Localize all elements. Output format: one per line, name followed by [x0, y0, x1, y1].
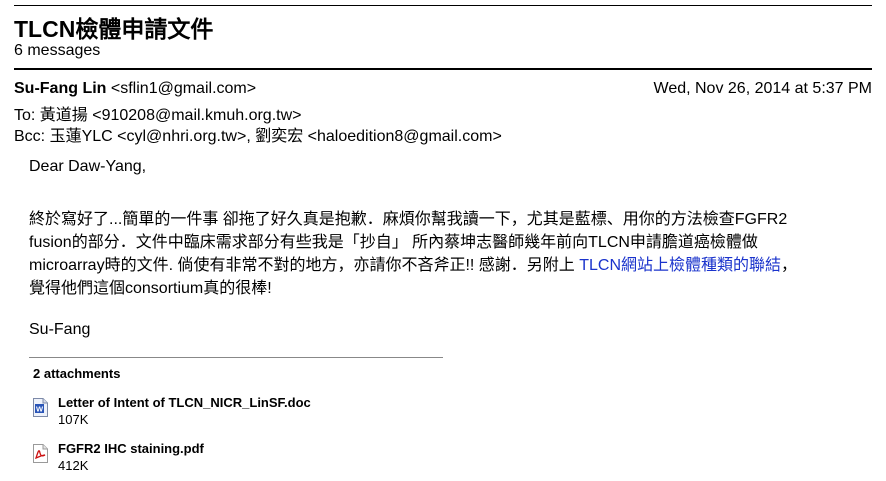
header-divider	[14, 68, 872, 70]
message-count: 6 messages	[14, 42, 101, 59]
attachments-title: 2 attachments	[33, 366, 121, 381]
bcc-line: Bcc: 玉蓮YLC <cyl@nhri.org.tw>, 劉奕宏 <haloe…	[14, 122, 502, 146]
tlcn-specimen-link[interactable]: TLCN網站上檢體種類的聯結	[579, 257, 781, 274]
body-line-4: 覺得他們這個consortium真的很棒!	[29, 280, 272, 297]
bcc-recipients[interactable]: 玉蓮YLC <cyl@nhri.org.tw>, 劉奕宏 <haloeditio…	[50, 128, 502, 145]
sender-line: Su-Fang Lin <sflin1@gmail.com>	[14, 80, 256, 98]
body-line-3: microarray時的文件. 倘使有非常不對的地方，亦請你不吝斧正!! 感謝．…	[29, 251, 797, 275]
signature: Su-Fang	[29, 321, 91, 338]
bcc-label: Bcc:	[14, 128, 46, 145]
sender-email[interactable]: <sflin1@gmail.com>	[111, 80, 256, 97]
message-date: Wed, Nov 26, 2014 at 5:37 PM	[653, 80, 873, 97]
svg-text:W: W	[36, 405, 44, 414]
sender-name[interactable]: Su-Fang Lin	[14, 80, 106, 97]
attachment-name-doc[interactable]: Letter of Intent of TLCN_NICR_LinSF.doc	[58, 395, 311, 410]
body-line-1: 終於寫好了...簡單的一件事 卻拖了好久真是抱歉．麻煩你幫我讀一下，尤其是藍標、…	[29, 211, 788, 228]
body-line-3-tail: ，	[781, 257, 798, 274]
thread-subject: TLCN檢體申請文件	[14, 16, 214, 42]
pdf-icon[interactable]	[33, 444, 48, 463]
attachment-name-pdf[interactable]: FGFR2 IHC staining.pdf	[58, 441, 204, 456]
body-line-2: fusion的部分．文件中臨床需求部分有些我是「抄自」 所內蔡坤志醫師幾年前向T…	[29, 234, 758, 251]
attachment-size-doc: 107K	[58, 412, 89, 427]
attachments-divider	[29, 357, 443, 358]
body-greeting: Dear Daw-Yang,	[29, 158, 147, 175]
attachment-size-pdf: 412K	[58, 458, 89, 473]
body-line-3-text: microarray時的文件. 倘使有非常不對的地方，亦請你不吝斧正!! 感謝．…	[29, 257, 580, 274]
word-doc-icon[interactable]: W	[33, 398, 48, 417]
top-divider	[14, 5, 872, 6]
